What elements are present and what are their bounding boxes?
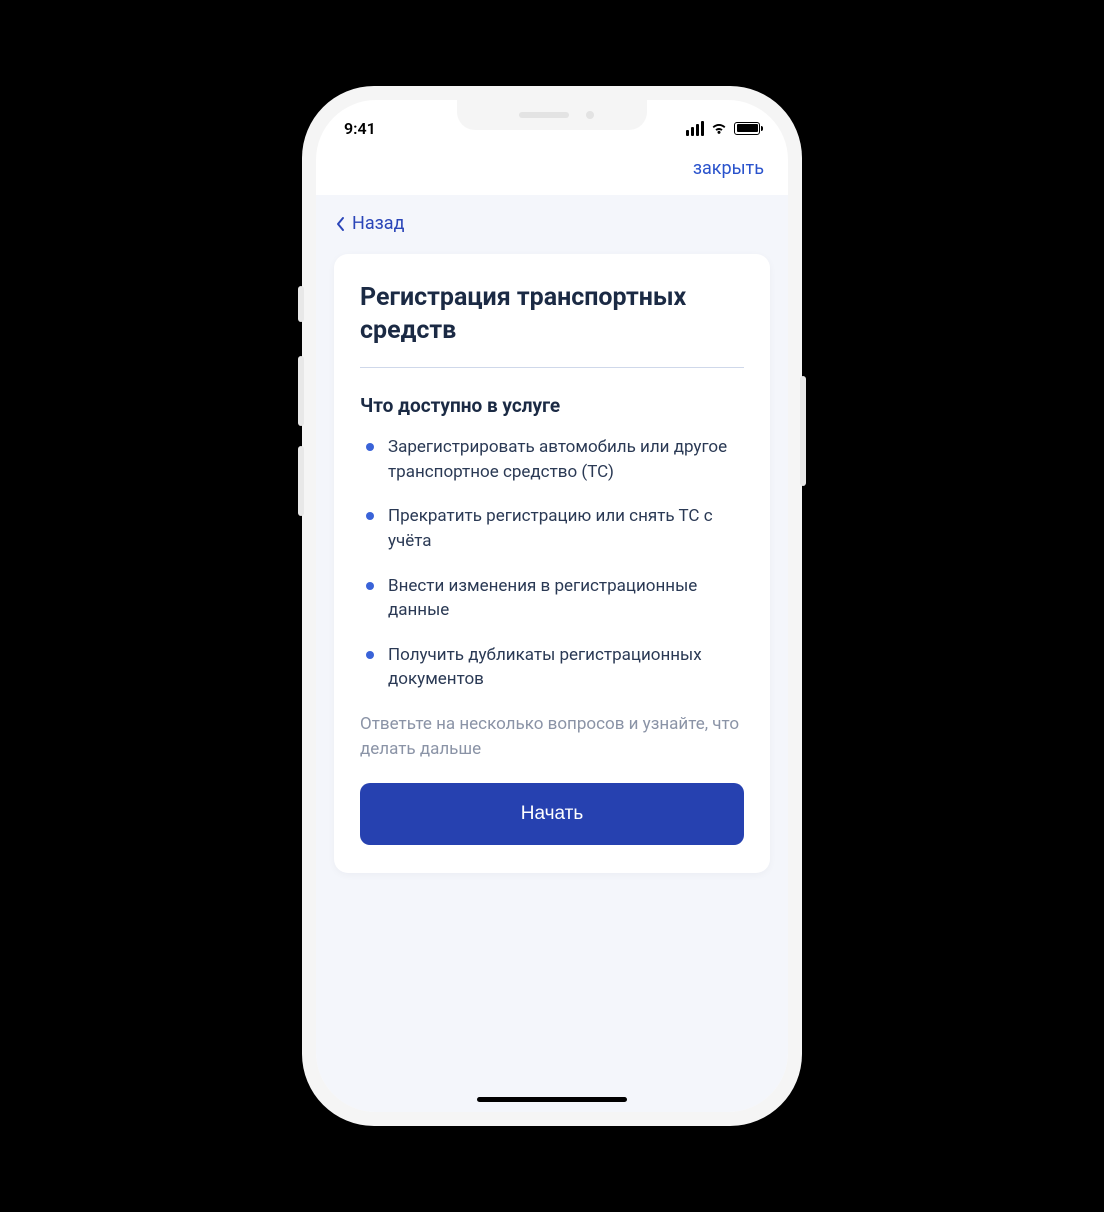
top-actions: закрыть — [316, 148, 788, 195]
back-button[interactable]: Назад — [316, 195, 788, 248]
front-camera — [586, 111, 594, 119]
service-card: Регистрация транспортных средств Что дос… — [334, 254, 770, 873]
screen: 9:41 закрыть Назад — [316, 100, 788, 1112]
volume-down-button — [298, 446, 304, 516]
list-item-text: Зарегистрировать автомобиль или другое т… — [388, 435, 744, 484]
speaker — [519, 112, 569, 118]
home-indicator[interactable] — [477, 1097, 627, 1102]
list-item: Получить дубликаты регистрационных докум… — [360, 643, 744, 692]
page-title: Регистрация транспортных средств — [360, 282, 744, 347]
feature-list: Зарегистрировать автомобиль или другое т… — [360, 435, 744, 692]
bullet-icon — [366, 582, 374, 590]
list-item: Прекратить регистрацию или снять ТС с уч… — [360, 504, 744, 553]
list-item-text: Получить дубликаты регистрационных докум… — [388, 643, 744, 692]
side-button — [298, 286, 304, 322]
list-item: Зарегистрировать автомобиль или другое т… — [360, 435, 744, 484]
status-time: 9:41 — [344, 119, 376, 138]
list-item-text: Внести изменения в регистрационные данны… — [388, 574, 744, 623]
notch — [457, 100, 647, 130]
chevron-left-icon — [336, 216, 346, 232]
back-label: Назад — [352, 213, 404, 234]
bullet-icon — [366, 651, 374, 659]
bullet-icon — [366, 443, 374, 451]
bullet-icon — [366, 512, 374, 520]
volume-up-button — [298, 356, 304, 426]
list-item-text: Прекратить регистрацию или снять ТС с уч… — [388, 504, 744, 553]
battery-icon — [734, 122, 760, 135]
start-button[interactable]: Начать — [360, 783, 744, 845]
section-title: Что доступно в услуге — [360, 394, 744, 417]
power-button — [800, 376, 806, 486]
content-area: Назад Регистрация транспортных средств Ч… — [316, 195, 788, 1112]
hint-text: Ответьте на несколько вопросов и узнайте… — [360, 712, 744, 761]
list-item: Внести изменения в регистрационные данны… — [360, 574, 744, 623]
status-indicators — [686, 121, 760, 136]
close-button[interactable]: закрыть — [693, 158, 764, 179]
phone-frame: 9:41 закрыть Назад — [302, 86, 802, 1126]
cellular-icon — [686, 121, 704, 136]
wifi-icon — [710, 121, 728, 135]
divider — [360, 367, 744, 368]
